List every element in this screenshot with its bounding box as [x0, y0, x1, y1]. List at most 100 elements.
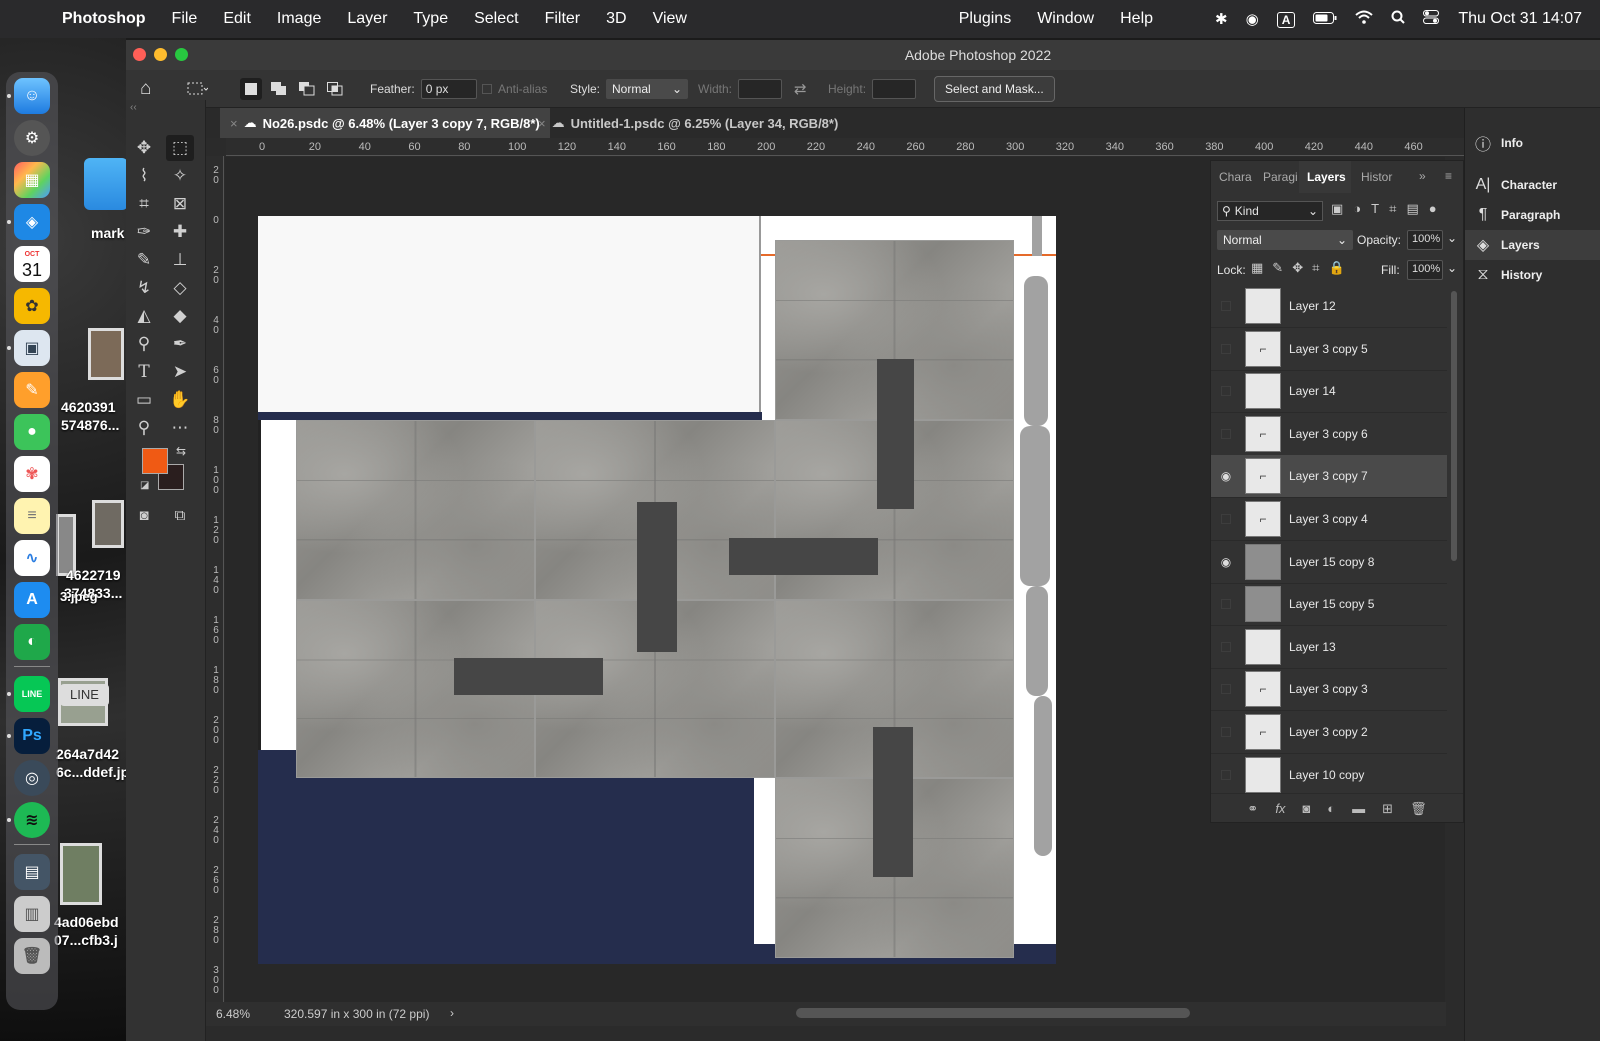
paint-bucket-tool-icon[interactable]: ◭ — [130, 303, 158, 329]
visibility-toggle[interactable] — [1221, 599, 1231, 610]
layer-row[interactable]: ⌐ Layer 3 copy 3 — [1211, 668, 1447, 712]
filter-toggle-icon[interactable]: ● — [1429, 201, 1437, 217]
layer-row[interactable]: Layer 15 copy 5 — [1211, 583, 1447, 627]
healing-brush-tool-icon[interactable]: ✚ — [166, 219, 194, 245]
layers-scrollbar[interactable] — [1451, 291, 1457, 561]
zoom-tool-icon[interactable]: ⚲ — [130, 415, 158, 441]
horizontal-scrollbar[interactable] — [796, 1008, 1190, 1018]
subtract-from-selection-button[interactable] — [296, 78, 318, 100]
layer-name[interactable]: Layer 3 copy 3 — [1289, 682, 1368, 696]
status-menu-arrow[interactable]: › — [450, 1006, 454, 1020]
feather-input[interactable]: 0 px — [420, 79, 477, 99]
notes-icon[interactable]: ≡ — [14, 498, 50, 534]
messages-icon[interactable]: ● — [14, 414, 50, 450]
blend-mode-select[interactable]: Normal ⌄ — [1217, 230, 1353, 250]
menu-help[interactable]: Help — [1107, 10, 1166, 28]
layer-row[interactable]: ◉ ⌐ Layer 3 copy 7 — [1211, 455, 1447, 499]
path-selection-tool-icon[interactable]: ➤ — [166, 359, 194, 385]
new-group-icon[interactable]: ▬ — [1352, 801, 1365, 816]
menu-3d[interactable]: 3D — [593, 10, 639, 28]
wifi-icon[interactable] — [1346, 10, 1382, 28]
tab-character[interactable]: Chara — [1211, 161, 1255, 193]
paragraph-panel-button[interactable]: ¶ Paragraph — [1465, 200, 1600, 230]
desktop-image-thumbnail[interactable] — [88, 328, 124, 380]
preview-icon[interactable]: ▣ — [14, 330, 50, 366]
quicktime-icon[interactable]: ◎ — [14, 760, 50, 796]
visibility-toggle[interactable] — [1221, 386, 1231, 397]
menu-window[interactable]: Window — [1024, 10, 1107, 28]
lasso-tool-icon[interactable]: ⌇ — [130, 163, 158, 189]
layer-name[interactable]: Layer 15 copy 5 — [1289, 597, 1374, 611]
layer-name[interactable]: Layer 13 — [1289, 640, 1336, 654]
system-settings-icon[interactable]: ⚙ — [14, 120, 50, 156]
layer-row[interactable]: ⌐ Layer 3 copy 5 — [1211, 328, 1447, 371]
history-panel-button[interactable]: ⧖ History — [1465, 260, 1600, 290]
layer-row[interactable]: ⌐ Layer 3 copy 6 — [1211, 413, 1447, 456]
visibility-toggle[interactable] — [1221, 514, 1231, 524]
menu-filter[interactable]: Filter — [532, 10, 594, 28]
photos-icon[interactable]: ✾ — [14, 456, 50, 492]
delete-layer-icon[interactable]: 🗑 — [1410, 801, 1427, 817]
add-to-selection-button[interactable] — [268, 78, 290, 100]
visibility-eye-icon[interactable]: ◉ — [1211, 555, 1241, 569]
menu-file[interactable]: File — [159, 10, 211, 28]
launchpad-icon[interactable]: ▦ — [14, 162, 50, 198]
safari-icon[interactable]: ◈ — [14, 204, 50, 240]
fill-chevron-icon[interactable]: ⌄ — [1447, 261, 1457, 275]
quick-mask-icon[interactable]: ◙ — [130, 502, 158, 528]
desktop-file-label[interactable]: 4620391 — [61, 398, 116, 416]
visibility-toggle[interactable] — [1221, 684, 1231, 695]
tab-no26[interactable]: × ☁ No26.psdc @ 6.48% (Layer 3 copy 7, R… — [220, 108, 550, 138]
desktop-image-thumbnail[interactable] — [92, 500, 124, 548]
menu-edit[interactable]: Edit — [210, 10, 264, 28]
tab-paragraph[interactable]: Paragi — [1255, 161, 1299, 193]
folder-icon[interactable] — [84, 158, 128, 210]
downloads-stack-icon[interactable]: ▤ — [14, 854, 50, 890]
lock-all-icon[interactable]: 🔒 — [1328, 260, 1344, 276]
spotify-icon[interactable]: ≋ — [14, 802, 50, 838]
visibility-toggle[interactable] — [1221, 769, 1231, 780]
menu-layer[interactable]: Layer — [334, 10, 400, 28]
menu-view[interactable]: View — [640, 10, 700, 28]
tab-untitled-1[interactable]: × ☁ Untitled-1.psdc @ 6.25% (Layer 34, R… — [528, 108, 848, 138]
type-tool-icon[interactable]: T — [130, 359, 158, 385]
clone-stamp-tool-icon[interactable]: ⊥ — [166, 247, 194, 273]
rectangle-tool-icon[interactable]: ▭ — [130, 387, 158, 413]
pen-tool-icon[interactable]: ✒ — [166, 331, 194, 357]
freeform-icon[interactable]: ∿ — [14, 540, 50, 576]
app-store-icon[interactable]: A — [14, 582, 50, 618]
visibility-toggle[interactable] — [1221, 641, 1231, 652]
info-panel-button[interactable]: ⓘ Info — [1465, 128, 1600, 158]
lock-artboard-icon[interactable]: ⌗ — [1312, 260, 1319, 276]
collapse-toolbar-icon[interactable]: ‹‹ — [130, 102, 137, 113]
select-and-mask-button[interactable]: Select and Mask... — [934, 76, 1055, 102]
layer-name[interactable]: Layer 3 copy 6 — [1289, 427, 1368, 441]
tab-layers[interactable]: Layers — [1299, 161, 1351, 193]
document-canvas[interactable] — [258, 216, 1056, 964]
visibility-toggle[interactable] — [1221, 727, 1231, 737]
bluetooth-icon[interactable]: ✱ — [1206, 10, 1237, 28]
layer-row[interactable]: Layer 12 — [1211, 285, 1447, 328]
desktop-file-label[interactable]: 6c...ddef.jp — [56, 763, 129, 781]
lock-pixels-icon[interactable]: ✎ — [1272, 260, 1283, 276]
tab-history[interactable]: Histor — [1353, 161, 1405, 193]
layer-row[interactable]: ⌐ Layer 3 copy 4 — [1211, 498, 1447, 541]
photoshop-icon[interactable]: Ps — [14, 718, 50, 754]
desktop-file-label[interactable]: mark — [91, 224, 124, 242]
magic-wand-tool-icon[interactable]: ✧ — [166, 163, 194, 189]
screen-mode-icon[interactable]: ⧉ — [166, 502, 194, 528]
foreground-color-swatch[interactable] — [142, 448, 168, 474]
crop-tool-icon[interactable]: ⌗ — [130, 191, 158, 217]
desktop-file-label[interactable]: 574876... — [61, 416, 119, 434]
layer-row[interactable]: ⌐ Layer 3 copy 2 — [1211, 711, 1447, 754]
visibility-toggle[interactable] — [1221, 301, 1231, 311]
layer-name[interactable]: Layer 3 copy 7 — [1289, 469, 1368, 483]
link-layers-icon[interactable]: ⚭ — [1247, 801, 1258, 817]
desktop-image-thumbnail[interactable] — [60, 843, 102, 905]
move-tool-icon[interactable]: ✥ — [130, 135, 158, 161]
layer-row[interactable]: Layer 13 — [1211, 626, 1447, 669]
calendar-icon[interactable]: OCT 31 — [14, 246, 50, 282]
swap-colors-icon[interactable]: ⇆ — [176, 444, 186, 458]
adjustment-layer-icon[interactable]: ◐ — [1327, 801, 1335, 816]
panel-menu-icon[interactable]: ≡ — [1445, 169, 1452, 183]
